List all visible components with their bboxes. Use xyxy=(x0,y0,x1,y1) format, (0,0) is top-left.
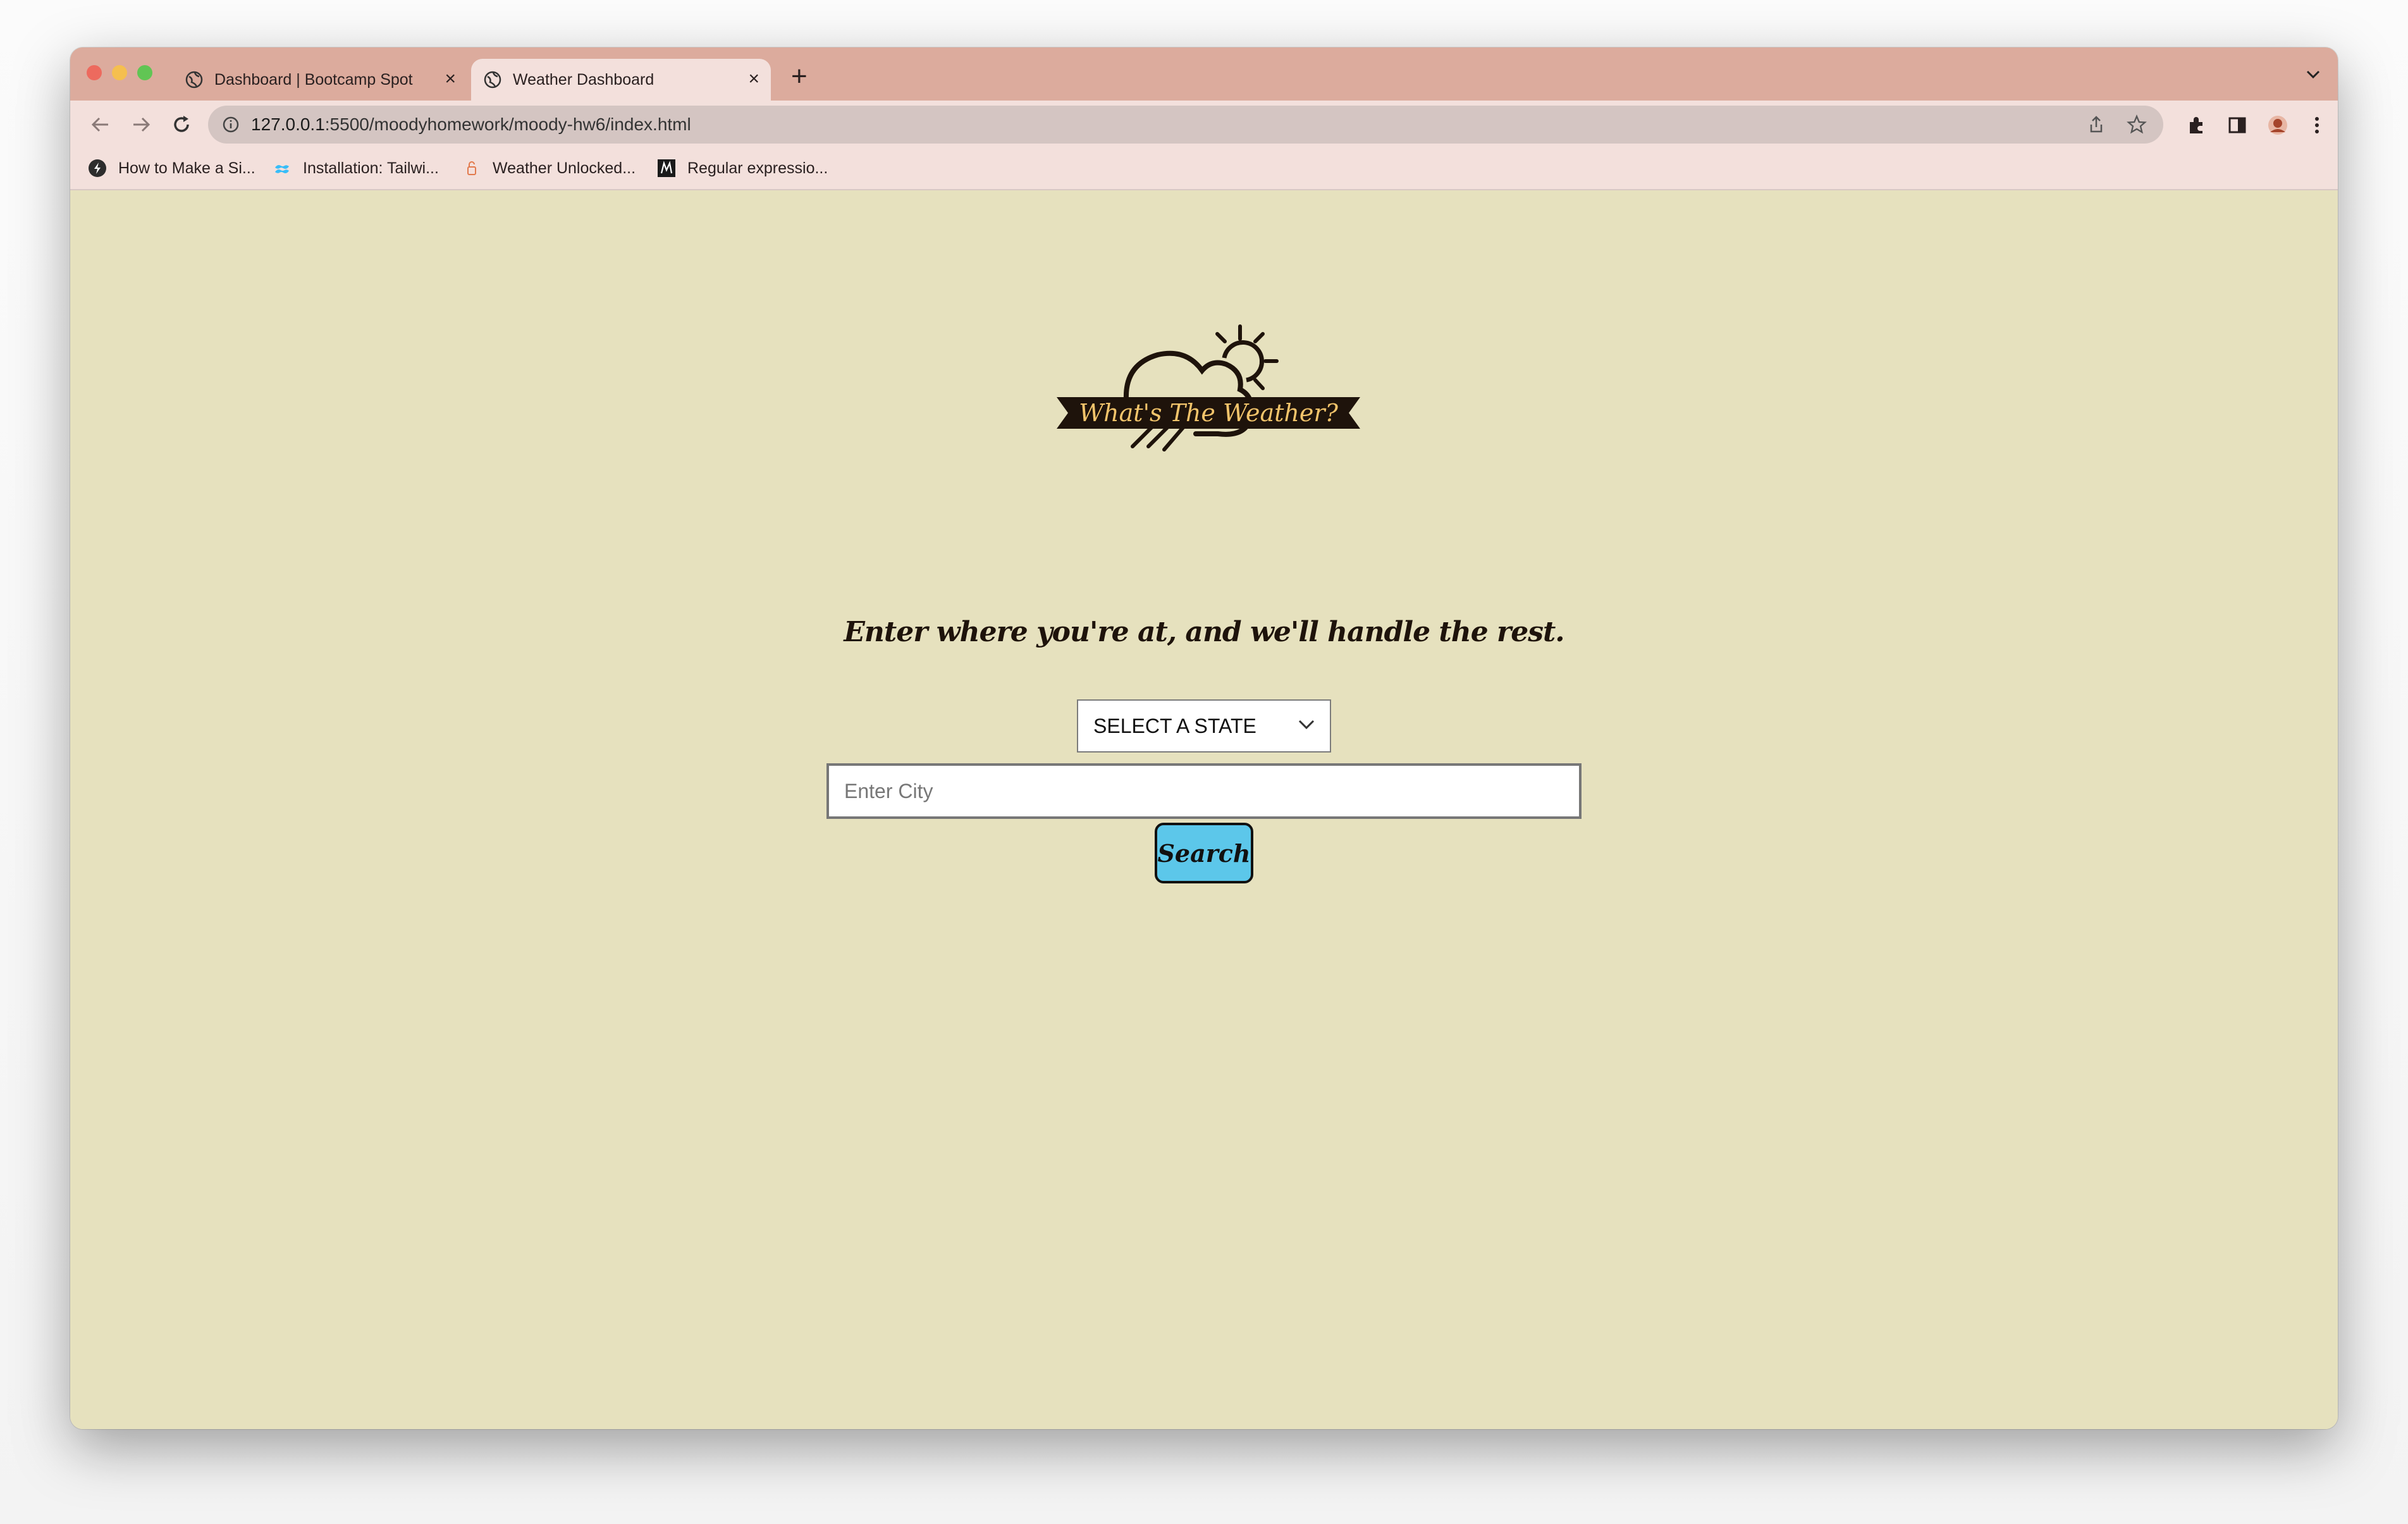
tab-bootcamp-dashboard[interactable]: Dashboard | Bootcamp Spot × xyxy=(173,59,467,101)
bookmark-label: How to Make a Si... xyxy=(118,159,255,177)
browser-toolbar: 127.0.0.1:5500/moodyhomework/moody-hw6/i… xyxy=(70,101,2338,150)
minimize-window-button[interactable] xyxy=(112,65,127,80)
tab-strip: Dashboard | Bootcamp Spot × Weather Dash… xyxy=(70,47,2338,101)
bookmark-label: Regular expressio... xyxy=(687,159,828,177)
dark-circle-icon xyxy=(89,159,106,177)
reload-icon[interactable] xyxy=(170,113,193,136)
bookmark-item[interactable]: Regular expressio... xyxy=(657,159,828,178)
url-text: 127.0.0.1:5500/moodyhomework/moody-hw6/i… xyxy=(251,114,691,135)
tagline: Enter where you're at, and we'll handle … xyxy=(844,616,1564,648)
m-icon xyxy=(658,159,675,177)
page-content: What's The Weather? Enter where you're a… xyxy=(70,190,2338,1429)
tailwind-icon xyxy=(275,165,289,173)
chevron-down-icon xyxy=(1298,720,1315,730)
logo-text: What's The Weather? xyxy=(1079,399,1338,427)
city-input[interactable] xyxy=(826,763,1582,819)
globe-icon xyxy=(484,71,501,89)
search-button[interactable]: Search xyxy=(1155,823,1253,883)
bookmark-item[interactable]: Installation: Tailwi... xyxy=(273,159,439,178)
forward-arrow-icon[interactable] xyxy=(130,113,152,136)
bookmarks-bar: How to Make a Si... Installation: Tailwi… xyxy=(70,150,2338,190)
bookmark-label: Weather Unlocked... xyxy=(493,159,636,177)
tab-weather-dashboard[interactable]: Weather Dashboard × xyxy=(471,59,771,101)
new-tab-button[interactable]: + xyxy=(791,63,808,90)
share-icon[interactable] xyxy=(2086,114,2106,135)
tab-title: Dashboard | Bootcamp Spot xyxy=(214,70,413,89)
back-arrow-icon[interactable] xyxy=(89,113,112,136)
bookmark-star-icon[interactable] xyxy=(2127,114,2147,135)
close-tab-icon[interactable]: × xyxy=(445,70,456,89)
state-select[interactable]: SELECT A STATE xyxy=(1077,699,1331,753)
weather-unlocked-icon xyxy=(467,161,476,175)
address-bar[interactable]: 127.0.0.1:5500/moodyhomework/moody-hw6/i… xyxy=(208,106,2163,144)
tab-search-chevron-icon[interactable] xyxy=(2306,70,2320,79)
state-select-value: SELECT A STATE xyxy=(1093,714,1256,737)
url-host: 127.0.0.1 xyxy=(251,114,325,134)
close-tab-icon[interactable]: × xyxy=(748,70,759,89)
extensions-puzzle-icon[interactable] xyxy=(2186,114,2208,136)
bookmark-item[interactable]: Weather Unlocked... xyxy=(462,159,636,178)
url-path: :5500/moodyhomework/moody-hw6/index.html xyxy=(324,114,691,134)
tab-title: Weather Dashboard xyxy=(513,70,654,89)
weather-logo: What's The Weather? xyxy=(1057,324,1360,452)
maximize-window-button[interactable] xyxy=(137,65,152,80)
bookmark-item[interactable]: How to Make a Si... xyxy=(88,159,255,178)
profile-avatar[interactable] xyxy=(2267,114,2288,136)
globe-icon xyxy=(185,71,203,89)
close-window-button[interactable] xyxy=(87,65,102,80)
bookmark-label: Installation: Tailwi... xyxy=(303,159,439,177)
site-info-icon[interactable] xyxy=(222,116,240,133)
side-panel-icon[interactable] xyxy=(2227,114,2248,136)
browser-menu-icon[interactable] xyxy=(2306,114,2328,136)
browser-window: Dashboard | Bootcamp Spot × Weather Dash… xyxy=(70,47,2338,1429)
